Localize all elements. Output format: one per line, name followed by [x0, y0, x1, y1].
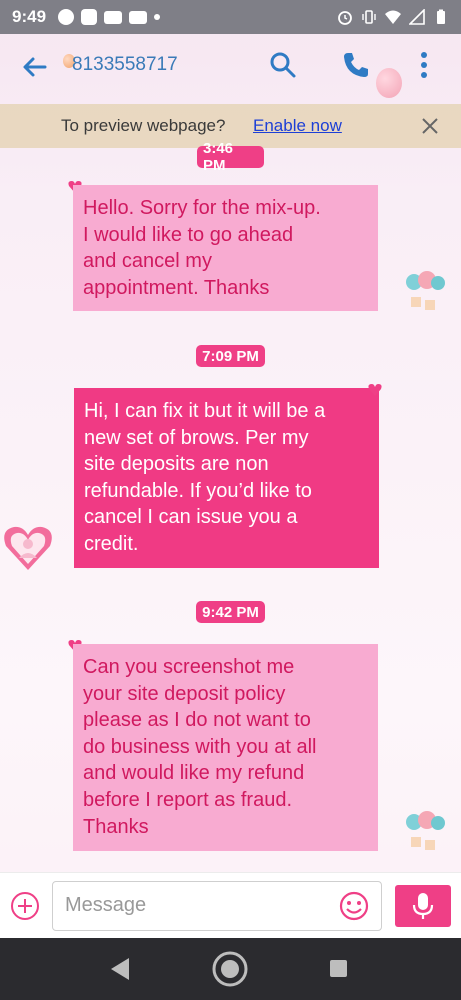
- youtube-icon: [104, 10, 123, 24]
- status-right-icons: [337, 9, 449, 25]
- message-line: Hello. Sorry for the mix-up.: [83, 197, 321, 219]
- status-time: 9:49: [12, 7, 47, 26]
- message-line: and would like my refund: [83, 762, 305, 785]
- message-line: do business with you at all: [83, 735, 317, 758]
- message-line: refundable. If you’d like to: [84, 479, 312, 502]
- message-line: cancel I can issue you a: [84, 506, 298, 529]
- nav-home-icon[interactable]: [212, 951, 248, 987]
- message-line: I would like to go ahead: [83, 223, 294, 246]
- message-line: before I report as fraud.: [83, 788, 293, 811]
- message-timestamp: 3:46 PM: [197, 140, 264, 174]
- message-line: please as I do not want to: [83, 709, 311, 732]
- phone-icon[interactable]: [340, 50, 370, 80]
- microphone-icon: [412, 893, 434, 919]
- pinterest-icon: [58, 9, 75, 25]
- youtube-icon: [129, 10, 148, 24]
- signal-icon: [409, 9, 425, 25]
- contact-name[interactable]: 8133558717: [72, 54, 178, 76]
- message-line: your site deposit policy: [83, 682, 286, 705]
- emoji-icon[interactable]: [338, 890, 370, 922]
- message-timestamp: 9:42 PM: [196, 601, 265, 623]
- message-line: credit.: [84, 532, 139, 555]
- message-line: and cancel my: [83, 250, 212, 273]
- nav-recents-icon[interactable]: [329, 959, 348, 978]
- preview-banner-text: To preview webpage?: [61, 116, 226, 135]
- status-bar: 9:49: [0, 0, 461, 34]
- dot-icon: [154, 14, 161, 20]
- nav-back-icon[interactable]: [108, 956, 132, 982]
- message-line: new set of brows. Per my: [84, 426, 309, 449]
- system-nav-bar: [0, 938, 461, 1000]
- message-line: appointment. Thanks: [83, 276, 270, 299]
- back-arrow-icon[interactable]: [20, 52, 50, 82]
- app-header: 8133558717: [0, 34, 461, 100]
- wifi-icon: [385, 10, 401, 24]
- compose-bar: Message: [0, 872, 461, 938]
- close-icon[interactable]: [420, 116, 440, 136]
- alarm-icon: [338, 11, 352, 25]
- message-line: site deposits are non: [84, 453, 269, 476]
- message-line: Can you screenshot me: [83, 656, 295, 678]
- contact-avatar-heart: [4, 526, 52, 570]
- enable-now-link[interactable]: Enable now: [253, 116, 342, 136]
- message-timestamp: 7:09 PM: [196, 345, 265, 367]
- message-bubble-received[interactable]: Hi, I can fix it but it will be a new se…: [74, 388, 379, 568]
- status-left-icons: [58, 9, 161, 25]
- more-vert-icon[interactable]: [414, 50, 434, 80]
- app-icon: [81, 9, 98, 25]
- vibrate-icon: [362, 10, 376, 24]
- my-avatar-balloons: [406, 811, 445, 850]
- search-icon[interactable]: [268, 50, 298, 80]
- voice-record-button[interactable]: [395, 885, 451, 927]
- message-bubble-sent[interactable]: Hello. Sorry for the mix-up. I would lik…: [73, 185, 378, 311]
- my-avatar-balloons: [406, 271, 445, 310]
- add-circle-icon[interactable]: [10, 891, 40, 921]
- message-input[interactable]: Message: [52, 881, 382, 931]
- heart-icon: [368, 384, 382, 396]
- message-bubble-sent[interactable]: Can you screenshot me your site deposit …: [73, 644, 378, 851]
- battery-icon: [437, 9, 445, 24]
- message-line: Thanks: [83, 815, 149, 838]
- message-line: Hi, I can fix it but it will be a: [84, 400, 326, 422]
